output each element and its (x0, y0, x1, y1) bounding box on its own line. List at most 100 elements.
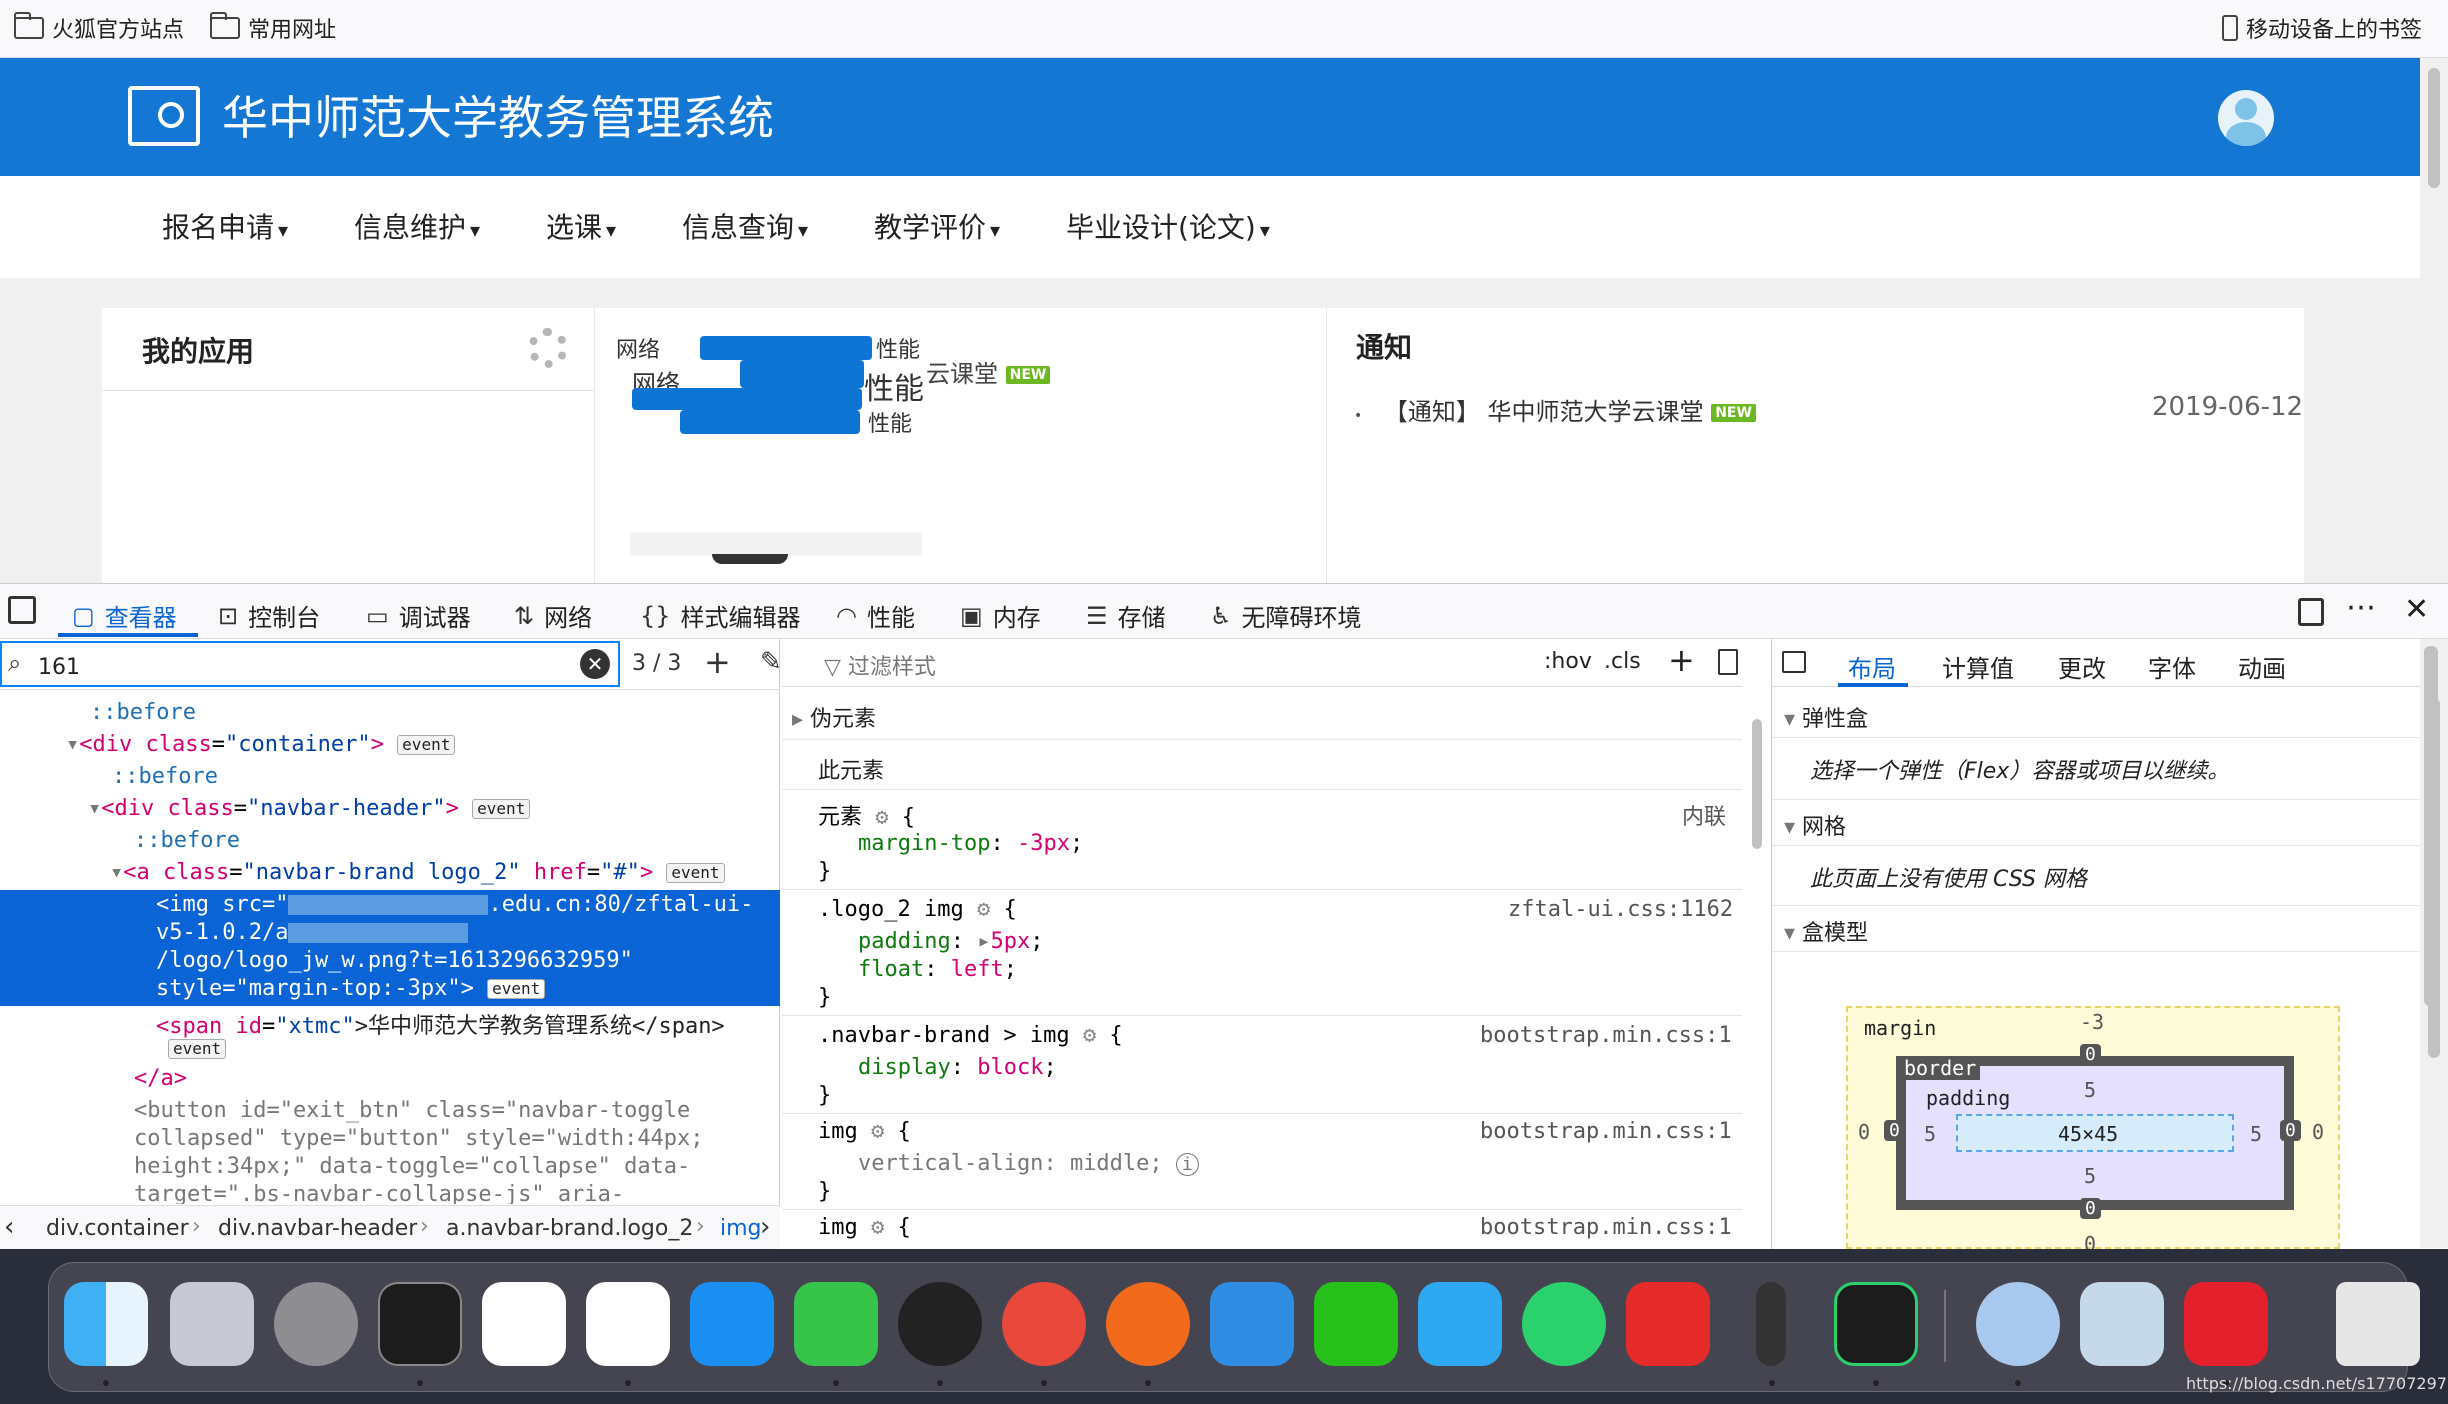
cloud-class-label[interactable]: 云课堂 NEW (926, 354, 1051, 389)
padding-bottom-value[interactable]: 5 (2084, 1164, 2096, 1188)
wechat-icon[interactable] (794, 1282, 878, 1366)
chevron-left-icon[interactable]: ‹ (4, 1212, 14, 1242)
finder-icon[interactable] (64, 1282, 148, 1366)
tree-pseudo-before[interactable]: ::before (134, 828, 240, 853)
rule-source[interactable]: bootstrap.min.css:1 (1480, 1119, 1732, 1144)
element-picker-icon[interactable] (8, 596, 36, 624)
tab-network[interactable]: ⇅ 网络 (514, 598, 592, 633)
tree-node-navbar-brand[interactable]: ▾<a class="navbar-brand logo_2" href="#"… (110, 860, 725, 885)
tab-performance[interactable]: ◠ 性能 (836, 598, 915, 633)
margin-top-value[interactable]: -3 (2080, 1010, 2104, 1034)
bookmark-folder-common[interactable]: 常用网址 (210, 12, 336, 44)
event-badge[interactable]: event (397, 735, 456, 755)
wps-icon[interactable] (586, 1282, 670, 1366)
tab-memory[interactable]: ▣ 内存 (960, 598, 1041, 633)
event-badge[interactable]: event (666, 863, 725, 883)
breadcrumb-item[interactable]: div.navbar-header (218, 1216, 417, 1241)
flexbox-section-toggle[interactable]: ▾ 弹性盒 (1784, 701, 1868, 733)
qq-icon[interactable] (898, 1282, 982, 1366)
breadcrumb-item-current[interactable]: img (720, 1216, 762, 1241)
close-icon[interactable]: ✕ (2404, 592, 2429, 627)
tree-line[interactable]: <button id="exit_btn" class="navbar-togg… (134, 1098, 690, 1123)
tree-pseudo-before[interactable]: ::before (112, 764, 218, 789)
rule-source[interactable]: zftal-ui.css:1162 (1508, 897, 1733, 922)
tab-style-editor[interactable]: {} 样式编辑器 (640, 598, 801, 633)
info-icon[interactable]: i (1175, 1153, 1199, 1176)
add-rule-icon[interactable]: + (1668, 641, 1695, 679)
margin-left-value[interactable]: 0 (1858, 1120, 1870, 1144)
photos-icon[interactable] (482, 1282, 566, 1366)
filter-input[interactable]: ▽ 过滤样式 (824, 649, 936, 681)
tab-console[interactable]: ⊡ 控制台 (218, 598, 320, 633)
tab-debugger[interactable]: ▭ 调试器 (366, 598, 471, 633)
gear-icon[interactable]: ⚙ (871, 1119, 884, 1144)
notice-item[interactable]: • 【通知】 华中师范大学云课堂 NEW (1354, 392, 1756, 427)
border-bottom-value[interactable]: 0 (2080, 1198, 2101, 1219)
cls-toggle[interactable]: .cls (1604, 649, 1641, 674)
tencent-video-icon[interactable] (1418, 1282, 1502, 1366)
nav-item-info-query[interactable]: 信息查询 (682, 206, 808, 246)
bookmark-folder-firefox[interactable]: 火狐官方站点 (14, 12, 184, 44)
nav-item-thesis[interactable]: 毕业设计(论文) (1066, 206, 1270, 246)
eyedropper-icon[interactable]: ✎ (760, 647, 782, 677)
dock-mode-icon[interactable] (2298, 598, 2324, 626)
clear-search-icon[interactable]: ✕ (580, 649, 610, 679)
search-input[interactable]: ⌕ 161 ✕ (0, 641, 620, 687)
firefox-icon[interactable] (1106, 1282, 1190, 1366)
iqiyi-icon[interactable] (1314, 1282, 1398, 1366)
tab-storage[interactable]: ☰ 存储 (1086, 598, 1166, 633)
tree-pseudo-before[interactable]: ::before (90, 700, 196, 725)
border-right-value[interactable]: 0 (2280, 1120, 2301, 1141)
gear-icon[interactable] (528, 328, 568, 368)
nav-item-apply[interactable]: 报名申请 (162, 206, 288, 246)
netease-music-icon[interactable] (1626, 1282, 1710, 1366)
nav-item-evaluation[interactable]: 教学评价 (874, 206, 1000, 246)
tab-inspector[interactable]: ▢ 查看器 (72, 598, 177, 633)
rule-declaration[interactable]: padding: ▸5px; (858, 929, 1043, 954)
rule-declaration[interactable]: vertical-align: middle; i (858, 1151, 1199, 1176)
event-badge[interactable]: event (487, 979, 546, 999)
pseudo-elements-toggle[interactable]: ▸ 伪元素 (792, 701, 876, 733)
preview-icon[interactable] (2080, 1282, 2164, 1366)
qq-music-icon[interactable] (1522, 1282, 1606, 1366)
rules-scrollbar[interactable] (1748, 689, 1766, 1169)
chrome-icon[interactable] (1002, 1282, 1086, 1366)
tab-accessibility[interactable]: ♿ 无障碍环境 (1210, 598, 1362, 633)
audio-app-icon[interactable] (1756, 1282, 1786, 1366)
terminal-icon[interactable] (378, 1282, 462, 1366)
gear-icon[interactable]: ⚙ (1083, 1023, 1096, 1048)
xcode-icon[interactable] (1210, 1282, 1294, 1366)
padding-left-value[interactable]: 5 (1924, 1122, 1936, 1146)
tab-changes[interactable]: 更改 (2058, 649, 2106, 684)
gear-icon[interactable]: ⚙ (871, 1215, 884, 1240)
border-top-value[interactable]: 0 (2080, 1044, 2101, 1065)
nav-item-info-maintain[interactable]: 信息维护 (354, 206, 480, 246)
mobile-bookmarks[interactable]: 移动设备上的书签 (2222, 12, 2422, 44)
rule-declaration[interactable]: margin-top: -3px; (858, 831, 1083, 856)
layout-scrollbar[interactable] (2424, 646, 2438, 1006)
rule-selector[interactable]: .navbar-brand > img ⚙ { (818, 1023, 1123, 1048)
mail-app-icon[interactable] (1976, 1282, 2060, 1366)
breadcrumb-item[interactable]: div.container (46, 1216, 189, 1241)
user-avatar[interactable] (2218, 90, 2274, 146)
tab-layout[interactable]: 布局 (1848, 649, 1896, 684)
border-left-value[interactable]: 0 (1884, 1120, 1905, 1141)
margin-right-value[interactable]: 0 (2312, 1120, 2324, 1144)
tab-fonts[interactable]: 字体 (2148, 649, 2196, 684)
print-icon[interactable] (1718, 649, 1738, 675)
rule-selector[interactable]: 元素 ⚙ { (818, 799, 915, 831)
box-model-section-toggle[interactable]: ▾ 盒模型 (1784, 915, 1868, 947)
tree-node-container[interactable]: ▾<div class="container"> event (66, 732, 456, 757)
gear-icon[interactable]: ⚙ (875, 805, 888, 830)
rule-selector[interactable]: .logo_2 img ⚙ { (818, 897, 1017, 922)
rule-declaration[interactable]: display: block; (858, 1055, 1057, 1080)
youdao-icon[interactable] (2184, 1282, 2268, 1366)
padding-top-value[interactable]: 5 (2084, 1078, 2096, 1102)
rule-selector[interactable]: img ⚙ { (818, 1119, 911, 1144)
tree-node-navbar-header[interactable]: ▾<div class="navbar-header"> event (88, 796, 531, 821)
system-preferences-icon[interactable] (274, 1282, 358, 1366)
rule-selector[interactable]: img ⚙ { (818, 1215, 911, 1240)
gear-icon[interactable]: ⚙ (977, 897, 990, 922)
grid-section-toggle[interactable]: ▾ 网格 (1784, 809, 1846, 841)
tree-node-span[interactable]: <span id="xtmc">华中师范大学教务管理系统</span> (156, 1008, 725, 1040)
